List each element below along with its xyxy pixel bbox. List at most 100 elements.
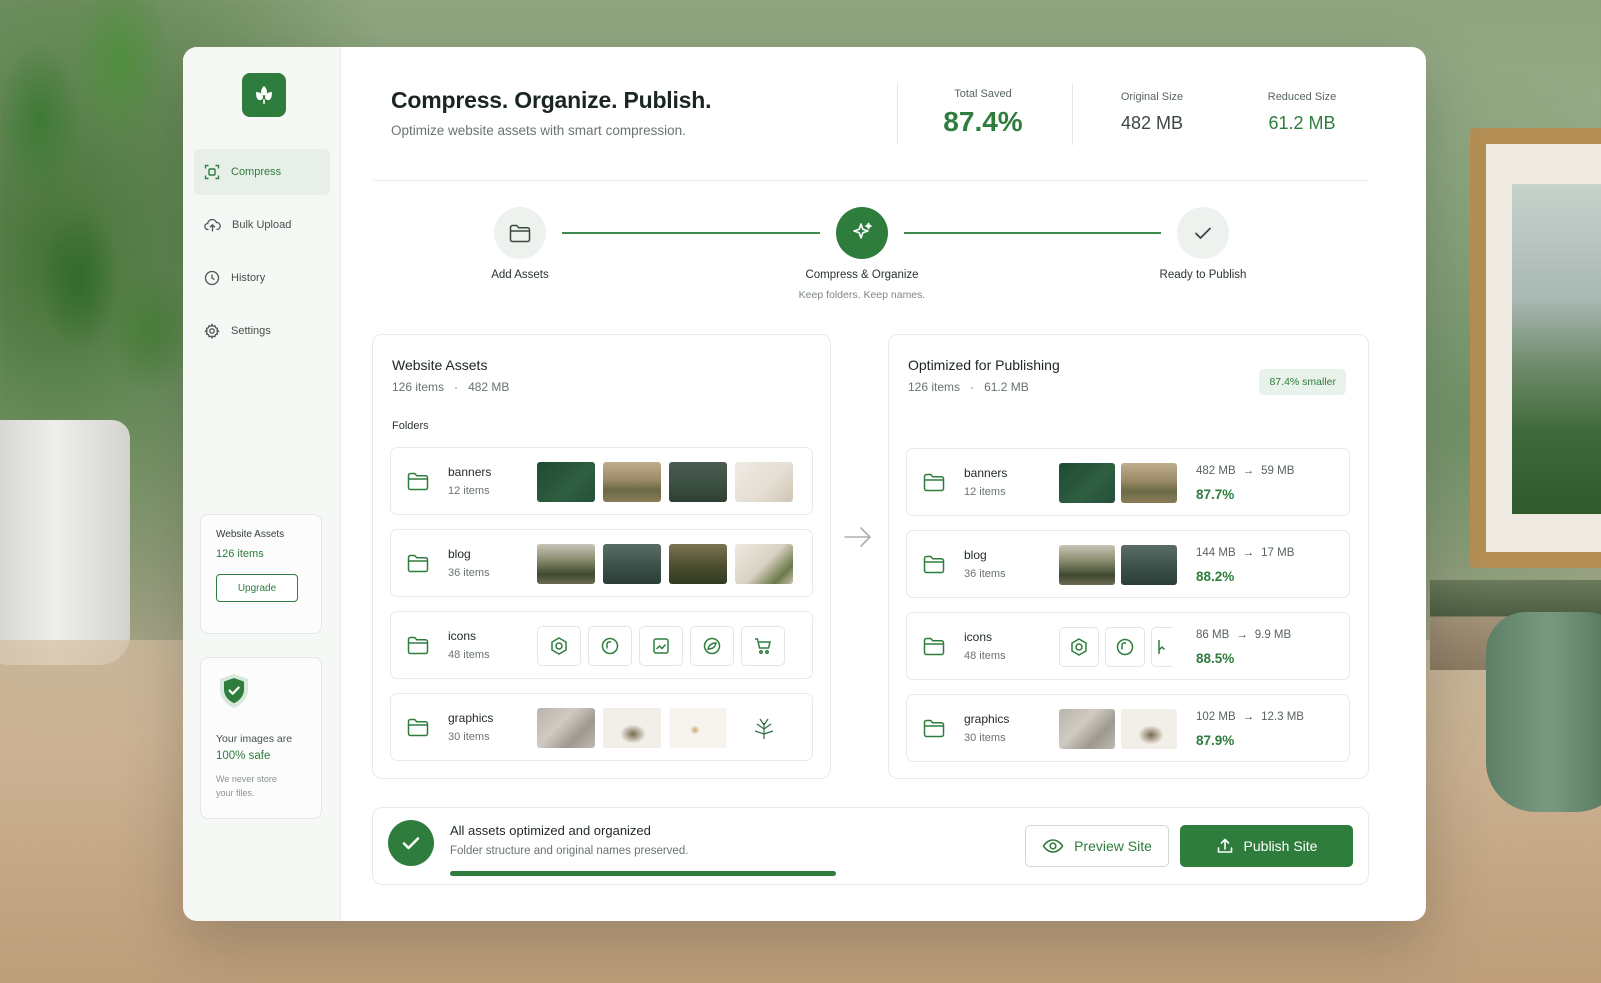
shopping-cart-icon — [755, 638, 771, 654]
sidebar-item-history[interactable]: History — [194, 255, 330, 301]
folder-icon — [923, 719, 945, 738]
step-sublabel: Keep folders. Keep names. — [798, 289, 926, 301]
image-chart-icon — [1157, 640, 1165, 654]
image-thumbnail[interactable] — [537, 544, 595, 584]
image-thumbnail[interactable] — [1059, 463, 1115, 503]
folder-row-graphics[interactable]: graphics 30 items — [390, 693, 813, 761]
icon-thumbnail[interactable] — [639, 626, 683, 666]
publish-site-button[interactable]: Publish Site — [1180, 825, 1353, 867]
folder-name: blog — [448, 547, 471, 561]
size-to: 12.3 MB — [1261, 711, 1304, 723]
button-label: Preview Site — [1074, 838, 1152, 854]
image-thumbnail[interactable] — [1059, 545, 1115, 585]
size-to: 59 MB — [1261, 465, 1295, 477]
sidebar-item-bulk-upload[interactable]: Bulk Upload — [194, 202, 330, 248]
header-divider — [373, 180, 1369, 181]
image-thumbnail[interactable] — [537, 462, 595, 502]
panel-title: Website Assets — [392, 357, 488, 373]
image-chart-icon — [653, 638, 669, 654]
image-thumbnail[interactable] — [1121, 709, 1177, 749]
image-thumbnail[interactable] — [1059, 709, 1115, 749]
status-subtitle: Folder structure and original names pres… — [450, 845, 689, 857]
preview-site-button[interactable]: Preview Site — [1025, 825, 1169, 867]
thumbnail-strip — [537, 708, 801, 748]
folder-row-icons[interactable]: icons 48 items — [390, 611, 813, 679]
image-thumbnail[interactable] — [1121, 463, 1177, 503]
folder-icon — [923, 637, 945, 656]
arrow-right-icon — [844, 527, 871, 547]
folder-name: blog — [964, 548, 987, 562]
success-badge — [388, 820, 434, 866]
folder-icon — [407, 472, 429, 491]
plant-illustration-icon — [754, 718, 774, 739]
step-label: Ready to Publish — [1159, 269, 1247, 281]
page-subtitle: Optimize website assets with smart compr… — [391, 123, 686, 138]
image-thumbnail[interactable] — [669, 544, 727, 584]
icon-thumbnail[interactable] — [1059, 627, 1099, 667]
arrow-right-icon: → — [1242, 711, 1255, 723]
image-thumbnail[interactable] — [603, 544, 661, 584]
optimized-row-banners[interactable]: banners 12 items 482 MB → 59 MB 87.7% — [906, 448, 1350, 516]
folder-name: icons — [964, 630, 993, 644]
image-thumbnail[interactable] — [603, 708, 661, 748]
main-content: Compress. Organize. Publish. Optimize we… — [341, 47, 1426, 921]
savings-percentage: 87.9% — [1196, 733, 1235, 748]
optimized-row-icons[interactable]: icons 48 items 86 MB → 9.9 MB 88.5% — [906, 612, 1350, 680]
icon-thumbnail[interactable] — [741, 626, 785, 666]
folder-icon — [923, 473, 945, 492]
stat-divider — [1072, 83, 1073, 145]
assets-summary-card: Website Assets 126 items Upgrade — [200, 514, 322, 634]
image-thumbnail[interactable] — [537, 708, 595, 748]
stat-label: Total Saved — [954, 88, 1012, 100]
optimized-assets-panel: Optimized for Publishing 126 items · 61.… — [888, 334, 1369, 779]
image-thumbnail[interactable] — [735, 462, 793, 502]
thumbnail-strip — [1059, 627, 1179, 667]
size-from: 102 MB — [1196, 711, 1236, 723]
step-ready-publish[interactable] — [1177, 207, 1229, 259]
thumbnail-strip — [1059, 463, 1183, 503]
total-size: 482 MB — [468, 380, 510, 394]
size-change: 86 MB → 9.9 MB — [1196, 629, 1291, 641]
icon-thumbnail[interactable] — [1151, 627, 1173, 667]
page-title: Compress. Organize. Publish. — [391, 87, 712, 113]
upload-icon — [1217, 838, 1232, 853]
checkmark-icon — [402, 837, 420, 850]
image-thumbnail[interactable] — [735, 544, 793, 584]
sidebar: Compress Bulk Upload History Settings We… — [183, 47, 341, 921]
image-thumbnail[interactable] — [735, 708, 793, 748]
stats-bar: Total Saved 87.4% Original Size 482 MB R… — [897, 83, 1377, 145]
sidebar-item-compress[interactable]: Compress — [194, 149, 330, 195]
sidebar-item-settings[interactable]: Settings — [194, 308, 330, 354]
folder-row-blog[interactable]: blog 36 items — [390, 529, 813, 597]
folder-row-banners[interactable]: banners 12 items — [390, 447, 813, 515]
step-add-assets[interactable] — [494, 207, 546, 259]
eye-icon — [1042, 839, 1064, 853]
sidebar-item-label: Bulk Upload — [232, 219, 292, 231]
optimized-row-graphics[interactable]: graphics 30 items 102 MB → 12.3 MB 87.9% — [906, 694, 1350, 762]
size-from: 482 MB — [1196, 465, 1236, 477]
image-thumbnail[interactable] — [603, 462, 661, 502]
optimized-row-blog[interactable]: blog 36 items 144 MB → 17 MB 88.2% — [906, 530, 1350, 598]
upgrade-button[interactable]: Upgrade — [216, 574, 298, 602]
icon-thumbnail[interactable] — [1105, 627, 1145, 667]
image-thumbnail[interactable] — [1121, 545, 1177, 585]
background-mug — [1486, 612, 1601, 812]
icon-thumbnail[interactable] — [537, 626, 581, 666]
folder-count: 12 items — [448, 485, 490, 497]
stat-value: 482 MB — [1120, 113, 1184, 133]
safety-percentage: 100% safe — [216, 750, 271, 762]
icon-thumbnail[interactable] — [690, 626, 734, 666]
app-logo[interactable] — [242, 73, 286, 117]
image-thumbnail[interactable] — [669, 708, 727, 748]
clock-icon — [204, 270, 220, 286]
size-from: 86 MB — [1196, 629, 1230, 641]
status-footer: All assets optimized and organized Folde… — [372, 807, 1369, 885]
size-change: 102 MB → 12.3 MB — [1196, 711, 1304, 723]
panel-title: Optimized for Publishing — [908, 357, 1060, 373]
image-thumbnail[interactable] — [669, 462, 727, 502]
step-label: Compress & Organize — [805, 269, 919, 281]
step-compress-organize[interactable] — [836, 207, 888, 259]
meta-separator: · — [447, 380, 465, 394]
icon-thumbnail[interactable] — [588, 626, 632, 666]
folder-name: icons — [448, 629, 477, 643]
